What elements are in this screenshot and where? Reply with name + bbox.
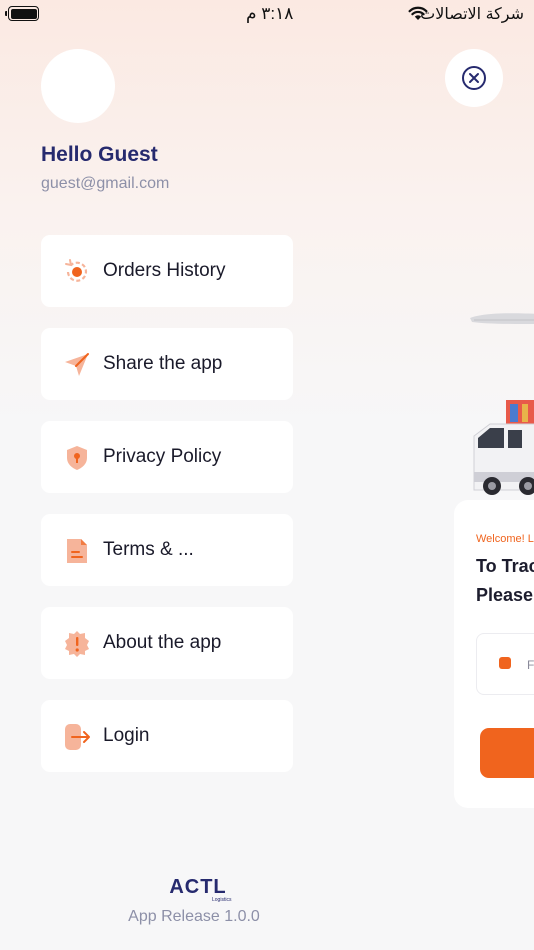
track-button[interactable] <box>480 728 534 778</box>
menu-item-terms[interactable]: Terms & ... <box>41 514 293 586</box>
menu-item-about-app[interactable]: About the app <box>41 607 293 679</box>
menu-item-share-app[interactable]: Share the app <box>41 328 293 400</box>
menu-item-label: Terms & ... <box>103 539 194 560</box>
menu-item-label: Share the app <box>103 353 223 374</box>
airplane-image <box>470 313 534 324</box>
logo-subtitle: Logistics <box>212 897 232 903</box>
close-icon <box>462 66 486 90</box>
van-image <box>473 400 534 495</box>
avatar[interactable] <box>41 49 115 123</box>
user-email: guest@gmail.com <box>41 175 170 192</box>
track-heading-line2: Please <box>476 585 534 605</box>
status-bar: ٣:١٨ م شركة الاتصالات <box>0 0 534 28</box>
status-time: ٣:١٨ م <box>246 4 294 23</box>
battery-icon <box>5 6 39 21</box>
menu-item-orders-history[interactable]: Orders History <box>41 235 293 307</box>
carrier-name: شركة الاتصالات <box>420 6 524 23</box>
about-info-icon <box>62 629 92 659</box>
menu-item-login[interactable]: Login <box>41 700 293 772</box>
app-release-version: App Release 1.0.0 <box>128 908 260 925</box>
tracking-input-placeholder: F <box>527 658 534 672</box>
menu-item-label: Login <box>103 725 150 746</box>
orders-history-icon <box>62 257 92 287</box>
login-icon <box>62 722 92 752</box>
menu-item-label: Privacy Policy <box>103 446 222 467</box>
close-drawer-button[interactable] <box>445 49 503 107</box>
menu-item-privacy-policy[interactable]: Privacy Policy <box>41 421 293 493</box>
welcome-text: Welcome! L <box>476 533 534 545</box>
share-icon <box>62 350 92 380</box>
terms-document-icon <box>62 536 92 566</box>
greeting-text: Hello Guest <box>41 143 158 166</box>
menu-item-label: Orders History <box>103 260 226 281</box>
track-heading-line1: To Trac <box>476 556 534 576</box>
hash-icon <box>499 657 511 669</box>
privacy-shield-icon <box>62 443 92 473</box>
menu-item-label: About the app <box>103 632 222 653</box>
